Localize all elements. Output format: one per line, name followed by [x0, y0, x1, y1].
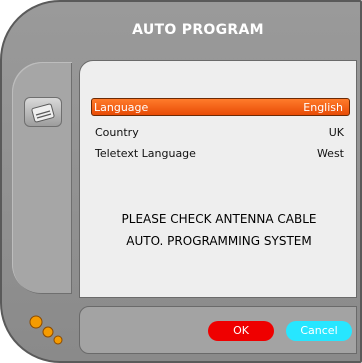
setting-label: Country: [95, 126, 139, 139]
setting-row-teletext-language[interactable]: Teletext Language West: [91, 145, 350, 163]
setting-value: West: [316, 147, 344, 160]
setting-row-language[interactable]: Language English: [91, 98, 350, 116]
setting-label: Language: [94, 101, 149, 114]
menu-title: AUTO PROGRAM: [132, 22, 264, 38]
setting-row-country[interactable]: Country UK: [91, 124, 350, 142]
setting-value: English: [303, 101, 343, 114]
ok-button[interactable]: OK: [208, 321, 274, 341]
message-line-2: AUTO. PROGRAMMING SYSTEM: [126, 234, 312, 248]
footer-bar: OK Cancel: [79, 306, 357, 354]
cancel-button[interactable]: Cancel: [286, 321, 352, 341]
setting-label: Teletext Language: [95, 147, 196, 160]
tools-icon: [24, 97, 62, 127]
osd-menu-frame: AUTO PROGRAM Language English Country UK…: [0, 0, 362, 363]
settings-panel: Language English Country UK Teletext Lan…: [79, 60, 357, 298]
message-line-1: PLEASE CHECK ANTENNA CABLE: [121, 212, 317, 226]
orange-dots-icon: [29, 315, 63, 345]
setting-value: UK: [328, 126, 344, 139]
